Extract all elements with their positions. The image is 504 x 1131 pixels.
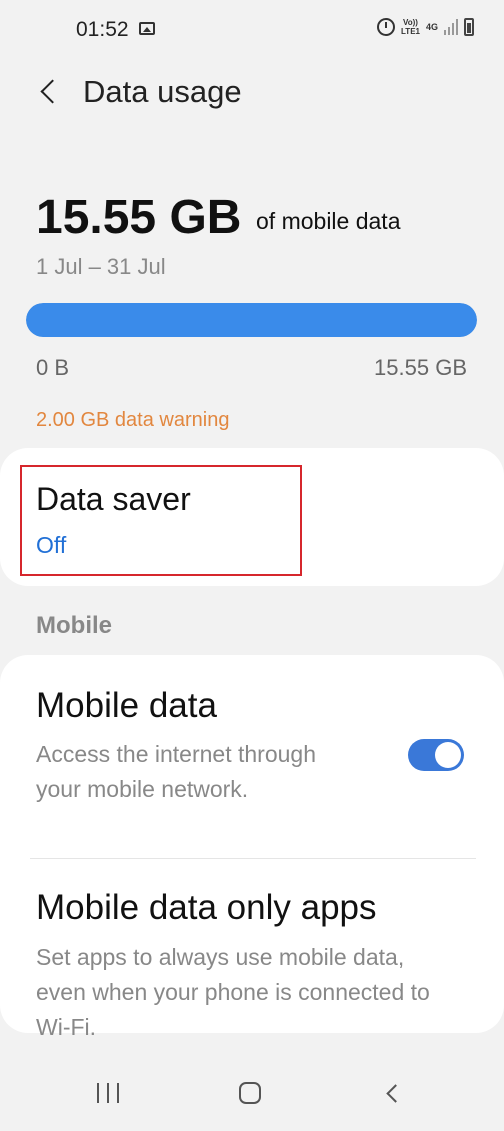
usage-progress-fill [26, 303, 477, 337]
usage-of-label: of mobile data [256, 208, 401, 234]
home-icon[interactable] [239, 1082, 261, 1104]
network-type: 4G [425, 21, 438, 32]
navigation-bar [0, 1060, 504, 1131]
data-saver-title[interactable]: Data saver [36, 481, 191, 518]
status-icons: Vo)) LTE1 4G [377, 18, 474, 36]
back-icon[interactable] [382, 1082, 402, 1104]
data-saver-value: Off [36, 532, 67, 558]
progress-min-label: 0 B [36, 355, 70, 380]
status-bar: 01:52 Vo)) LTE1 4G [0, 0, 504, 62]
toggle-knob [435, 742, 461, 768]
mobile-data-only-apps-title[interactable]: Mobile data only apps [36, 888, 377, 928]
mobile-data-title[interactable]: Mobile data [36, 686, 217, 726]
data-warning[interactable]: 2.00 GB data warning [36, 409, 229, 432]
signal-icon [444, 19, 458, 35]
alarm-icon [377, 18, 396, 36]
app-bar: Data usage [0, 62, 504, 126]
volte-indicator: Vo)) LTE1 [401, 18, 420, 36]
usage-amount: 15.55 GB [36, 191, 242, 244]
mobile-data-description: Access the internet through your mobile … [36, 741, 316, 802]
divider [30, 858, 476, 859]
usage-period: 1 Jul – 31 Jul [36, 254, 166, 279]
back-button[interactable] [30, 74, 66, 110]
progress-max-label: 15.55 GB [374, 355, 467, 380]
volte-line1: Vo)) [403, 18, 418, 27]
status-time: 01:52 [76, 18, 129, 41]
image-icon [139, 22, 155, 35]
volte-line2: LTE1 [401, 27, 420, 36]
battery-icon [464, 18, 474, 36]
section-header-mobile: Mobile [36, 612, 112, 639]
usage-progress-bar [26, 303, 477, 337]
recents-icon[interactable] [97, 1083, 119, 1103]
mobile-data-toggle[interactable] [408, 739, 464, 771]
page-title: Data usage [83, 74, 242, 109]
mobile-data-only-apps-description: Set apps to always use mobile data, even… [36, 944, 430, 1040]
